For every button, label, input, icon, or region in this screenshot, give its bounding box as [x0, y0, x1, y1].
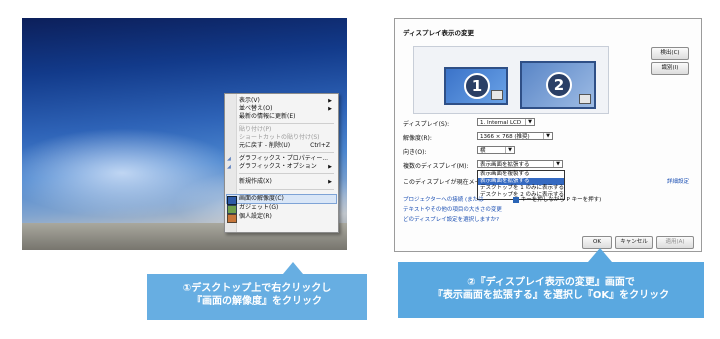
menu-item-screen-resolution[interactable]: 画面の解像度(C): [226, 194, 337, 204]
menu-item-undo-delete[interactable]: 元に戻す - 削除(U) Ctrl+Z: [239, 142, 336, 150]
identify-button[interactable]: 識別(I): [651, 62, 689, 75]
resolution-label: 解像度(R):: [403, 135, 432, 142]
primary-display-text: このディスプレイが現在メイン: [403, 179, 477, 186]
menu-separator: [239, 152, 334, 153]
orientation-select[interactable]: 横 ▼: [477, 146, 515, 154]
resolution-select[interactable]: 1366 × 768 (推奨) ▼: [477, 132, 553, 140]
chevron-down-icon: ▼: [553, 161, 562, 167]
monitor-arrangement: 1 2: [413, 46, 609, 114]
orientation-label: 向き(O):: [403, 149, 427, 156]
dropdown-option-selected[interactable]: 表示画面を拡張する: [478, 178, 564, 185]
multiple-displays-label: 複数のディスプレイ(M):: [403, 163, 469, 170]
monitor-2[interactable]: 2: [520, 61, 596, 109]
monitor-1-number: 1: [464, 73, 490, 99]
dropdown-option[interactable]: デスクトップを 1 のみに表示する: [478, 185, 564, 192]
callout-2-line-1: ②『ディスプレイ表示の変更』画面で: [467, 277, 635, 288]
menu-separator: [239, 189, 334, 190]
chevron-down-icon: ▼: [525, 119, 534, 125]
menu-item-refresh[interactable]: 最新の情報に更新(E): [239, 113, 336, 121]
chevron-down-icon: ▼: [505, 147, 514, 153]
apply-button[interactable]: 適用(A): [656, 236, 694, 249]
menu-item-paste-shortcut: ショートカットの貼り付け(S): [239, 134, 320, 141]
monitor-1[interactable]: 1: [444, 67, 508, 105]
callout-2-line-2: 『表示画面を拡張する』を選択し『OK』をクリック: [432, 290, 670, 301]
chevron-right-icon: ▶: [328, 164, 332, 170]
taskbar-icon: [491, 90, 503, 100]
multiple-displays-select[interactable]: 表示画面を拡張する ▼: [477, 160, 563, 168]
menu-item-graphics-options[interactable]: グラフィックス・オプション ▶: [239, 163, 336, 171]
projector-link[interactable]: プロジェクターへの接続 (または: [403, 195, 484, 203]
graphics-icon: ◢: [227, 156, 231, 162]
menu-separator: [239, 173, 334, 174]
cancel-button[interactable]: キャンセル: [615, 236, 653, 249]
display-icon: [227, 196, 237, 205]
menu-item-paste: 貼り付け(P): [239, 126, 272, 133]
which-settings-link[interactable]: どのディスプレイ設定を選択しますか?: [403, 215, 499, 223]
projector-hint: キーを押しながら P キーを押す): [513, 195, 601, 203]
callout-1-line-2: 『画面の解像度』をクリック: [192, 296, 322, 307]
taskbar-icon: [579, 94, 591, 104]
detect-button[interactable]: 検出(C): [651, 47, 689, 60]
menu-item-view[interactable]: 表示(V) ▶: [239, 97, 336, 105]
advanced-settings-link[interactable]: 詳細設定: [667, 177, 689, 185]
menu-item-personalize[interactable]: 個人設定(R): [239, 213, 336, 221]
dropdown-option[interactable]: 表示画面を複製する: [478, 171, 564, 178]
display-settings-dialog: ディスプレイ表示の変更 1 2 検出(C) 識別(I) ディスプレイ(S): 1…: [394, 18, 702, 252]
graphics-icon: ◢: [227, 164, 231, 170]
chevron-right-icon: ▶: [328, 98, 332, 104]
chevron-right-icon: ▶: [328, 179, 332, 185]
menu-separator: [239, 123, 334, 124]
display-select[interactable]: 1. Internal LCD ▼: [477, 118, 535, 126]
instruction-callout-2: ②『ディスプレイ表示の変更』画面で 『表示画面を拡張する』を選択し『OK』をクリ…: [398, 248, 704, 318]
chevron-right-icon: ▶: [328, 106, 332, 112]
monitor-2-number: 2: [546, 72, 572, 98]
menu-item-gadgets[interactable]: ガジェット(G): [239, 204, 336, 212]
personalize-icon: [227, 214, 237, 223]
menu-item-graphics-properties[interactable]: グラフィックス・プロパティー...: [239, 155, 336, 163]
menu-item-new[interactable]: 新規作成(X) ▶: [239, 178, 336, 186]
instruction-callout-1: ①デスクトップ上で右クリックし 『画面の解像度』をクリック: [147, 262, 367, 320]
display-label: ディスプレイ(S):: [403, 121, 450, 128]
callout-1-line-1: ①デスクトップ上で右クリックし: [182, 283, 332, 294]
gadget-icon: [227, 205, 237, 214]
desktop-context-menu: 表示(V) ▶ 並べ替え(O) ▶ 最新の情報に更新(E) 貼り付け(P) ショート…: [224, 93, 339, 233]
chevron-down-icon: ▼: [543, 133, 552, 139]
dialog-title: ディスプレイ表示の変更: [403, 29, 475, 37]
windows-logo-icon: [513, 196, 519, 203]
menu-item-sort[interactable]: 並べ替え(O) ▶: [239, 105, 336, 113]
text-size-link[interactable]: テキストやその他の項目の大きさの変更: [403, 205, 502, 213]
